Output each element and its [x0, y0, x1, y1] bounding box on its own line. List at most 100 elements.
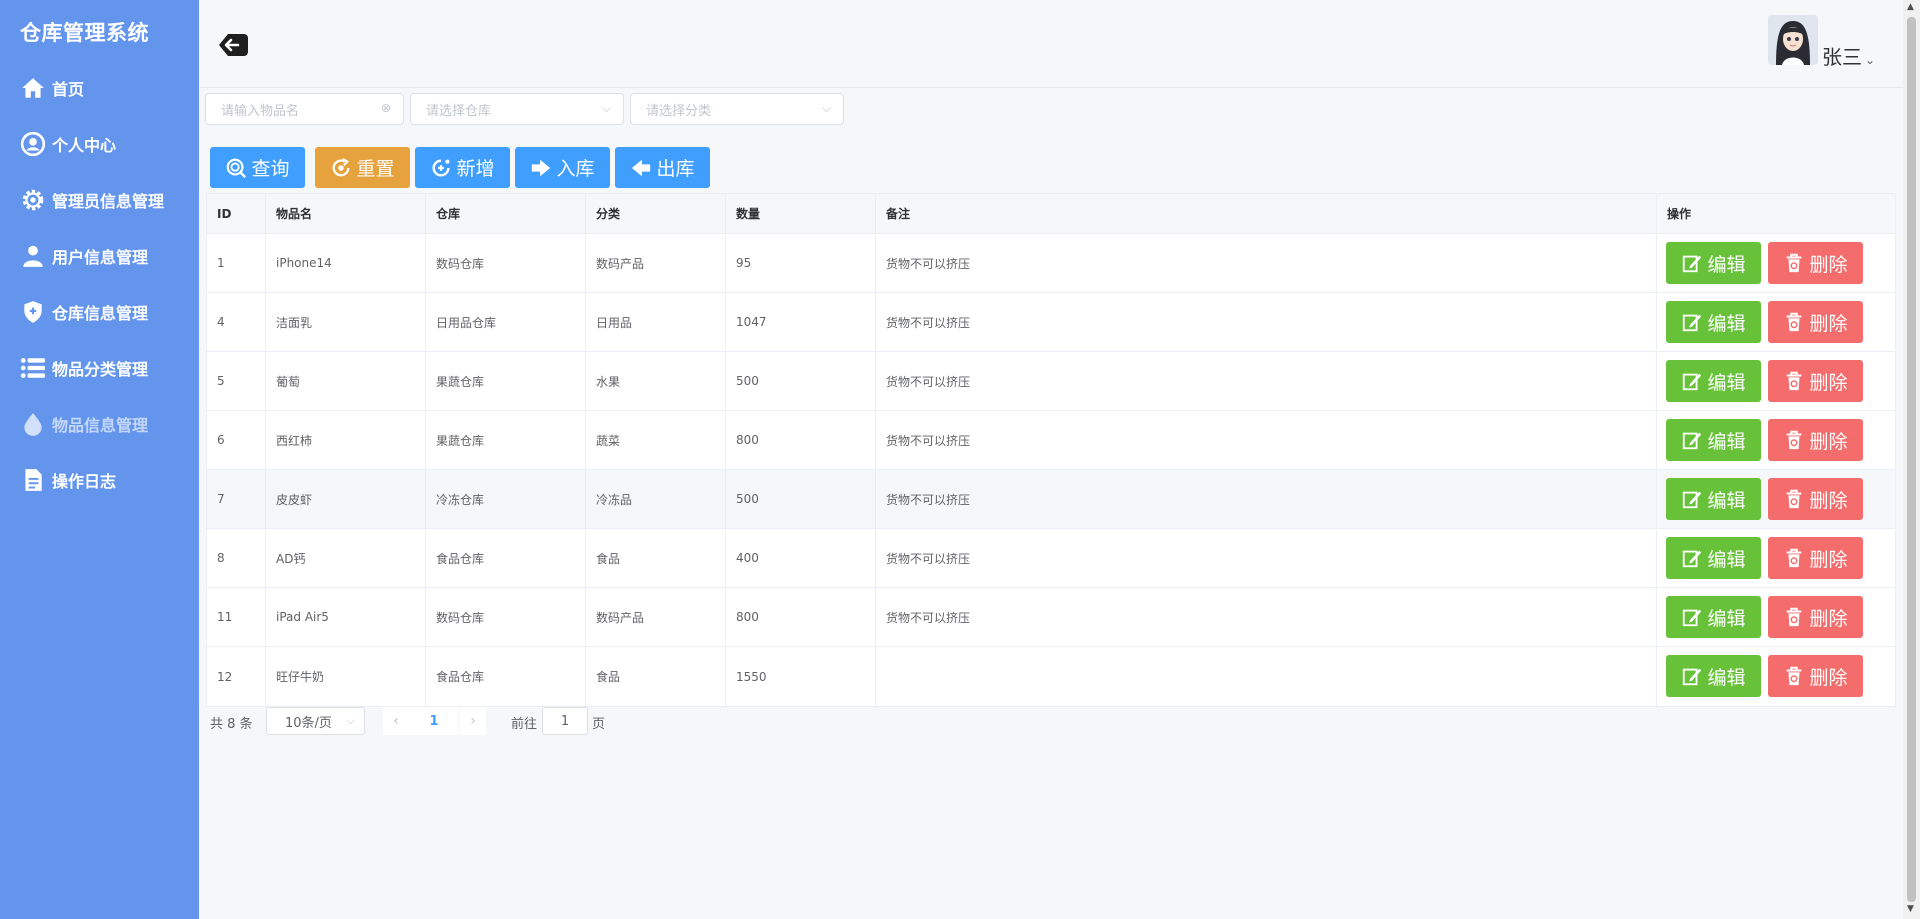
edit-button-label: 编辑: [1707, 253, 1746, 276]
warehouse-placeholder: 请选择仓库: [426, 103, 492, 119]
sidebar-item-label: 首页: [52, 80, 85, 99]
edit-button[interactable]: 编辑: [1666, 596, 1761, 638]
edit-button-label: 编辑: [1707, 607, 1746, 630]
sidebar-item-admin-info[interactable]: 管理员信息管理: [0, 172, 199, 228]
trash-icon: [1783, 311, 1805, 333]
cell-category: 冷冻品: [586, 470, 726, 528]
arrow-left-icon: [630, 157, 652, 179]
delete-button[interactable]: 删除: [1768, 655, 1863, 697]
cell-quantity: 800: [726, 588, 876, 646]
edit-button[interactable]: 编辑: [1666, 360, 1761, 402]
cell-note: [876, 647, 1657, 706]
table-header-row: ID 物品名 仓库 分类 数量 备注 操作: [207, 194, 1895, 234]
add-circle-icon: [430, 157, 452, 179]
sidebar-item-category[interactable]: 物品分类管理: [0, 340, 199, 396]
page-size-select[interactable]: 10条/页 ⌵: [266, 707, 365, 735]
edit-icon: [1681, 252, 1703, 274]
prev-page-button[interactable]: ‹: [383, 707, 409, 735]
sidebar-item-label: 用户信息管理: [52, 248, 149, 267]
cell-warehouse: 食品仓库: [426, 529, 586, 587]
page-number-current[interactable]: 1: [409, 707, 459, 735]
edit-icon: [1681, 429, 1703, 451]
sidebar-item-warehouse-info[interactable]: 仓库信息管理: [0, 284, 199, 340]
cell-name: iPad Air5: [266, 588, 426, 646]
search-icon[interactable]: ⊗: [381, 101, 391, 115]
add-button[interactable]: 新增: [415, 147, 510, 188]
delete-button[interactable]: 删除: [1768, 596, 1863, 638]
cell-quantity: 800: [726, 411, 876, 469]
arrow-right-icon: [530, 157, 552, 179]
sidebar-item-home[interactable]: 首页: [0, 60, 199, 116]
page-scrollbar[interactable]: ▲ ▼: [1903, 0, 1920, 919]
cell-warehouse: 果蔬仓库: [426, 352, 586, 410]
sidebar-item-label: 仓库信息管理: [52, 304, 149, 323]
delete-button-label: 删除: [1809, 430, 1848, 453]
scroll-up-icon[interactable]: ▲: [1907, 2, 1914, 12]
edit-button-label: 编辑: [1707, 371, 1746, 394]
top-header: 张三 ⌄: [200, 0, 1903, 88]
search-placeholder: 请输入物品名: [221, 103, 300, 119]
avatar[interactable]: [1768, 15, 1818, 65]
warehouse-select[interactable]: 请选择仓库 ⌵: [410, 93, 624, 125]
scroll-down-icon[interactable]: ▼: [1907, 904, 1914, 914]
stock-in-button[interactable]: 入库: [515, 147, 610, 188]
edit-icon: [1681, 370, 1703, 392]
table-row: 7 皮皮虾 冷冻仓库 冷冻品 500 货物不可以挤压 编辑 删除: [207, 470, 1895, 529]
delete-button[interactable]: 删除: [1768, 301, 1863, 343]
trash-icon: [1783, 429, 1805, 451]
edit-button[interactable]: 编辑: [1666, 655, 1761, 697]
delete-button[interactable]: 删除: [1768, 537, 1863, 579]
category-select[interactable]: 请选择分类 ⌵: [630, 93, 844, 125]
delete-button[interactable]: 删除: [1768, 360, 1863, 402]
items-table: ID 物品名 仓库 分类 数量 备注 操作 1 iPhone14 数码仓库 数码…: [206, 193, 1896, 707]
table-row: 1 iPhone14 数码仓库 数码产品 95 货物不可以挤压 编辑 删除: [207, 234, 1895, 293]
page-size-label: 10条/页: [285, 715, 332, 731]
edit-button-label: 编辑: [1707, 489, 1746, 512]
cell-name: 西红柿: [266, 411, 426, 469]
reset-button[interactable]: 重置: [315, 147, 410, 188]
edit-button[interactable]: 编辑: [1666, 301, 1761, 343]
edit-button[interactable]: 编辑: [1666, 419, 1761, 461]
user-circle-icon: [19, 130, 47, 158]
sidebar-item-operation-log[interactable]: 操作日志: [0, 452, 199, 508]
query-button[interactable]: 查询: [210, 147, 305, 188]
sidebar-item-user-info[interactable]: 用户信息管理: [0, 228, 199, 284]
delete-button[interactable]: 删除: [1768, 242, 1863, 284]
next-page-button[interactable]: ›: [460, 707, 486, 735]
edit-button[interactable]: 编辑: [1666, 478, 1761, 520]
trash-icon: [1783, 665, 1805, 687]
chevron-down-icon: ⌵: [346, 714, 355, 727]
scrollbar-thumb[interactable]: [1907, 17, 1916, 902]
edit-button-label: 编辑: [1707, 430, 1746, 453]
edit-button[interactable]: 编辑: [1666, 537, 1761, 579]
cell-quantity: 95: [726, 234, 876, 292]
cell-name: AD钙: [266, 529, 426, 587]
column-header: 操作: [1667, 207, 1692, 221]
delete-button[interactable]: 删除: [1768, 419, 1863, 461]
cell-id: 4: [207, 293, 266, 351]
cell-name: 皮皮虾: [266, 470, 426, 528]
chevron-left-icon: ‹: [393, 713, 399, 729]
reset-button-label: 重置: [356, 158, 395, 180]
user-menu[interactable]: 张三 ⌄: [1822, 41, 1875, 70]
goto-page-input[interactable]: 1: [542, 707, 588, 735]
table-row: 6 西红柿 果蔬仓库 蔬菜 800 货物不可以挤压 编辑 删除: [207, 411, 1895, 470]
column-header: ID: [207, 194, 266, 233]
cell-warehouse: 数码仓库: [426, 234, 586, 292]
delete-button[interactable]: 删除: [1768, 478, 1863, 520]
cell-name: 旺仔牛奶: [266, 647, 426, 706]
column-header: 物品名: [266, 194, 426, 233]
sidebar-item-item-info[interactable]: 物品信息管理: [0, 396, 199, 452]
pagination-total: 共 8 条: [210, 716, 253, 732]
sidebar-item-label: 个人中心: [52, 136, 117, 155]
edit-button[interactable]: 编辑: [1666, 242, 1761, 284]
sidebar-item-personal-center[interactable]: 个人中心: [0, 116, 199, 172]
stock-out-button[interactable]: 出库: [615, 147, 710, 188]
back-arrow-icon[interactable]: [216, 30, 250, 60]
stock-in-button-label: 入库: [556, 158, 595, 180]
cell-id: 12: [207, 647, 266, 706]
trash-icon: [1783, 547, 1805, 569]
cell-category: 数码产品: [586, 588, 726, 646]
item-name-search-input[interactable]: 请输入物品名 ⊗: [205, 93, 404, 125]
chevron-down-icon: ⌵: [601, 101, 611, 115]
